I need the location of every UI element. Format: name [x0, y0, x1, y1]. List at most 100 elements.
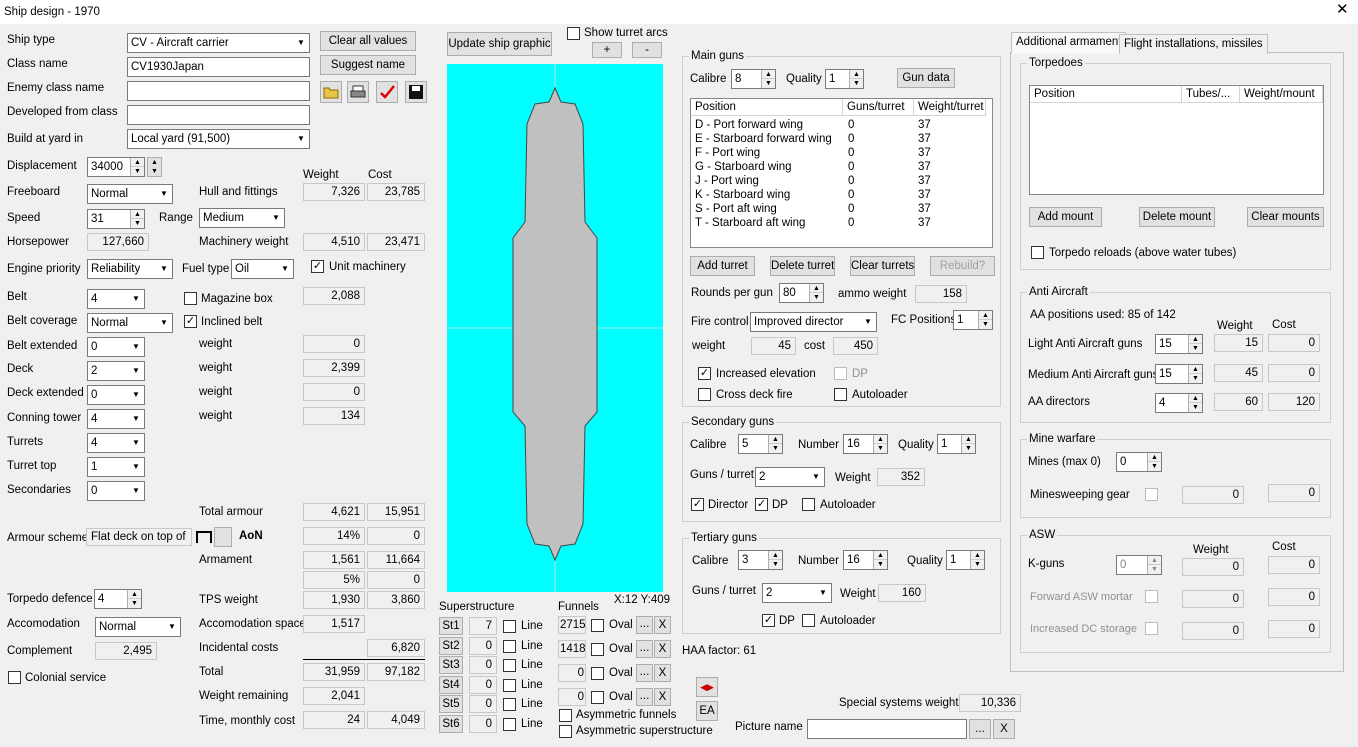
superstructure-5-button[interactable]: St5 — [439, 695, 463, 714]
column-header-weight[interactable]: Weight/turret — [914, 99, 986, 116]
main-calibre-spinner[interactable]: 8 ▲ ▼ — [731, 69, 776, 89]
zoom-in-button[interactable]: + — [592, 42, 622, 58]
spinner-arrows-icon[interactable]: ▲ ▼ — [1147, 556, 1161, 574]
asym-super-checkbox[interactable] — [559, 725, 572, 738]
funnel-1-remove-button[interactable]: X — [654, 616, 671, 634]
rounds-spinner[interactable]: 80 ▲ ▼ — [779, 283, 824, 303]
spinner-arrows-icon[interactable]: ▲ ▼ — [1188, 365, 1202, 383]
superstructure-4-button[interactable]: St4 — [439, 675, 463, 694]
superstructure-1-button[interactable]: St1 — [439, 617, 463, 635]
turret-top-select[interactable]: 1 ▼ — [87, 457, 145, 477]
check-icon[interactable] — [376, 81, 398, 103]
deck-extended-select[interactable]: 0 ▼ — [87, 385, 145, 405]
asym-funnels-checkbox[interactable] — [559, 709, 572, 722]
funnel-4-remove-button[interactable]: X — [654, 688, 671, 706]
superstructure-3-line-checkbox[interactable] — [503, 659, 516, 673]
column-header-position[interactable]: Position — [1030, 86, 1182, 103]
funnel-1-oval-checkbox[interactable] — [591, 619, 604, 632]
funnel-1-browse-button[interactable]: ... — [636, 616, 653, 634]
torpedo-mount-list[interactable]: Position Tubes/... Weight/mount — [1029, 85, 1324, 195]
spinner-arrows-icon[interactable]: ▲ ▼ — [873, 551, 887, 569]
sec-director-checkbox[interactable]: ✓ — [691, 498, 704, 511]
funnel-4-oval-checkbox[interactable] — [591, 691, 604, 704]
spinner-arrows-icon[interactable]: ▲ ▼ — [849, 70, 863, 88]
save-icon[interactable] — [405, 81, 427, 103]
ship-type-select[interactable]: CV - Aircraft carrier ▼ — [127, 33, 310, 53]
superstructure-1-line-checkbox[interactable] — [503, 620, 516, 633]
picture-browse-button[interactable]: ... — [969, 719, 991, 739]
funnel-4-browse-button[interactable]: ... — [636, 688, 653, 706]
clear-mounts-button[interactable]: Clear mounts — [1247, 207, 1324, 227]
rebuild-button[interactable]: Rebuild? — [930, 256, 995, 276]
column-header-weight-mount[interactable]: Weight/mount — [1240, 86, 1323, 103]
secondaries-select[interactable]: 0 ▼ — [87, 481, 145, 501]
sec-quality-spinner[interactable]: 1 ▲ ▼ — [937, 434, 976, 454]
mines-spinner[interactable]: 0 ▲ ▼ — [1116, 452, 1162, 472]
zoom-out-button[interactable]: - — [632, 42, 662, 58]
ship-graphic-canvas[interactable] — [447, 64, 663, 592]
medium-aa-spinner[interactable]: 15 ▲ ▼ — [1155, 364, 1203, 384]
superstructure-5-line-checkbox[interactable] — [503, 698, 516, 712]
freeboard-select[interactable]: Normal ▼ — [87, 184, 173, 204]
class-name-input[interactable]: CV1930Japan — [127, 57, 310, 77]
spinner-arrows-icon[interactable]: ▲ ▼ — [761, 70, 775, 88]
light-aa-spinner[interactable]: 15 ▲ ▼ — [1155, 334, 1203, 354]
funnel-3-remove-button[interactable]: X — [654, 664, 671, 682]
turrets-select[interactable]: 4 ▼ — [87, 433, 145, 453]
unit-machinery-checkbox[interactable]: ✓ — [311, 260, 324, 273]
torpedo-reloads-checkbox[interactable] — [1031, 246, 1044, 259]
column-header-position[interactable]: Position — [691, 99, 843, 116]
main-dp-checkbox[interactable] — [834, 367, 847, 380]
ea-button[interactable]: EA — [696, 701, 718, 721]
spinner-arrows-icon[interactable]: ▲ ▼ — [1188, 394, 1202, 412]
main-turret-list[interactable]: Position Guns/turret Weight/turret D - P… — [690, 98, 993, 248]
superstructure-4-line-checkbox[interactable] — [503, 678, 516, 692]
superstructure-3-button[interactable]: St3 — [439, 656, 463, 675]
superstructure-6-line-checkbox[interactable] — [503, 718, 516, 731]
spinner-arrows-icon[interactable]: ▲ ▼ — [970, 551, 984, 569]
update-graphic-button[interactable]: Update ship graphic — [447, 32, 552, 56]
spinner-arrows-icon[interactable]: ▲ ▼ — [978, 311, 992, 329]
belt-select[interactable]: 4 ▼ — [87, 289, 145, 309]
tab-flight-installations[interactable]: Flight installations, missiles — [1119, 34, 1268, 54]
funnel-2-oval-checkbox[interactable] — [591, 643, 604, 656]
column-header-guns[interactable]: Guns/turret — [843, 99, 914, 116]
ter-autoloader-checkbox[interactable] — [802, 614, 815, 627]
print-icon[interactable] — [347, 81, 369, 103]
delete-mount-button[interactable]: Delete mount — [1139, 207, 1215, 227]
increased-elevation-checkbox[interactable]: ✓ — [698, 367, 711, 380]
superstructure-2-button[interactable]: St2 — [439, 636, 463, 655]
scheme-toggle-button[interactable] — [214, 527, 232, 547]
funnel-2-browse-button[interactable]: ... — [636, 640, 653, 658]
conning-select[interactable]: 4 ▼ — [87, 409, 145, 429]
displacement-fine-spinner[interactable]: ▲ ▼ — [147, 157, 162, 177]
gun-data-button[interactable]: Gun data — [897, 68, 955, 88]
spinner-arrows-icon[interactable]: ▲ ▼ — [1147, 453, 1161, 471]
main-quality-spinner[interactable]: 1 ▲ ▼ — [825, 69, 864, 89]
spinner-arrows-icon[interactable]: ▲ ▼ — [1188, 335, 1202, 353]
dc-storage-checkbox[interactable] — [1145, 622, 1158, 635]
spinner-arrows-icon[interactable]: ▲ ▼ — [809, 284, 823, 302]
funnel-3-browse-button[interactable]: ... — [636, 664, 653, 682]
engine-priority-select[interactable]: Reliability ▼ — [87, 259, 173, 279]
deck-select[interactable]: 2 ▼ — [87, 361, 145, 381]
minesweeping-checkbox[interactable] — [1145, 488, 1158, 501]
speed-spinner[interactable]: 31 ▲ ▼ — [87, 209, 145, 229]
ter-gpt-select[interactable]: 2 ▼ — [762, 583, 832, 603]
clear-all-button[interactable]: Clear all values — [320, 31, 416, 51]
belt-coverage-select[interactable]: Normal ▼ — [87, 313, 173, 333]
add-turret-button[interactable]: Add turret — [690, 256, 755, 276]
sec-number-spinner[interactable]: 16 ▲ ▼ — [843, 434, 888, 454]
fc-positions-spinner[interactable]: 1 ▲ ▼ — [953, 310, 993, 330]
sec-dp-checkbox[interactable]: ✓ — [755, 498, 768, 511]
picture-clear-button[interactable]: X — [993, 719, 1015, 739]
show-arcs-checkbox[interactable] — [567, 27, 580, 40]
main-autoloader-checkbox[interactable] — [834, 388, 847, 401]
add-mount-button[interactable]: Add mount — [1029, 207, 1102, 227]
spinner-arrows-icon[interactable]: ▲ ▼ — [873, 435, 887, 453]
close-icon[interactable]: ✕ — [1336, 2, 1349, 17]
k-guns-spinner[interactable]: 0 ▲ ▼ — [1116, 555, 1162, 575]
sec-gpt-select[interactable]: 2 ▼ — [755, 467, 825, 487]
spinner-arrows-icon[interactable]: ▲ ▼ — [130, 158, 144, 176]
picture-name-input[interactable] — [807, 719, 967, 739]
